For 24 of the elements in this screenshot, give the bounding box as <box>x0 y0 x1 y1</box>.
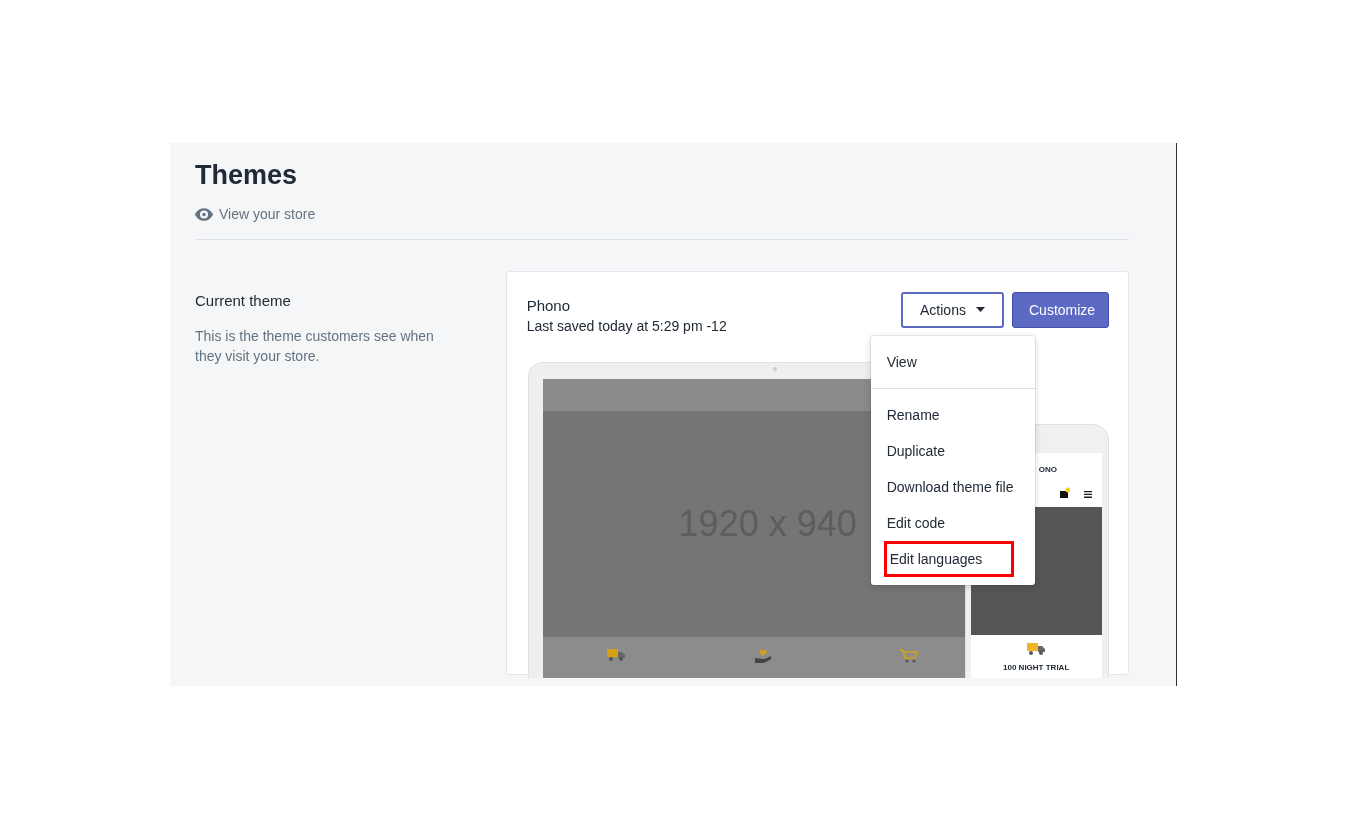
view-store-link[interactable]: View your store <box>195 206 316 222</box>
menu-item[interactable]: Edit languages <box>883 540 1014 577</box>
menu-icon <box>1083 490 1092 498</box>
menu-item[interactable]: Edit code <box>870 504 1035 541</box>
section-heading: Current theme <box>195 291 292 309</box>
page-title: Themes <box>195 159 299 191</box>
actions-button[interactable]: Actions <box>901 291 1004 328</box>
menu-item[interactable]: Rename <box>870 396 1035 433</box>
menu-item[interactable]: Duplicate <box>870 432 1035 469</box>
customize-button[interactable]: Customize <box>1012 291 1109 328</box>
heart-hand-icon <box>753 648 772 663</box>
truck-icon <box>1027 642 1046 655</box>
cart-icon <box>900 648 919 663</box>
last-saved-text: Last saved today at 5:29 pm -12 <box>526 317 727 334</box>
bag-icon <box>1059 486 1070 498</box>
theme-name: Phono <box>526 296 572 314</box>
caret-icon <box>975 307 985 312</box>
eye-icon <box>195 207 213 221</box>
truck-icon <box>607 648 625 661</box>
mobile-logo: ONO <box>1038 464 1057 474</box>
menu-item[interactable]: Download theme file <box>870 468 1035 505</box>
section-description: This is the theme customers see when they visit your store. <box>195 326 435 366</box>
mobile-feature-title: 100 NIGHT TRIAL <box>1003 662 1070 672</box>
menu-item[interactable]: View <box>870 343 1035 380</box>
